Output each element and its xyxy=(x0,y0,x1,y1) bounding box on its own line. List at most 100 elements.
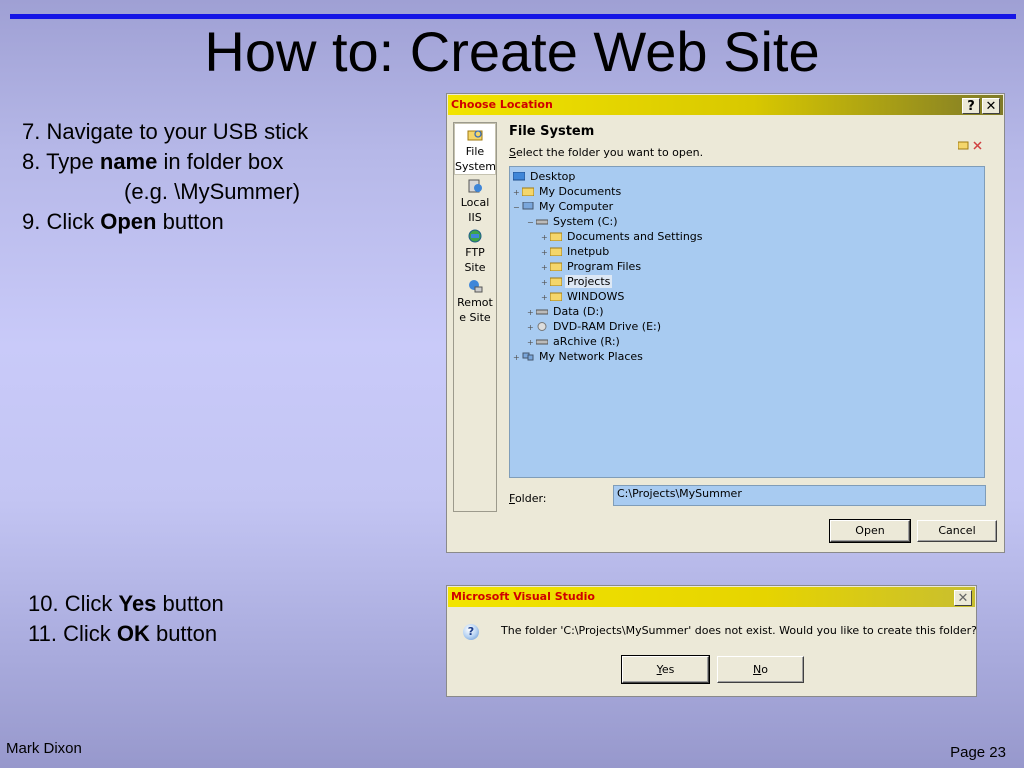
cancel-button[interactable]: Cancel xyxy=(917,520,997,542)
expand-icon[interactable]: + xyxy=(527,335,536,350)
title-rule xyxy=(10,14,1016,19)
drive-icon xyxy=(536,219,548,225)
close-button[interactable]: ✕ xyxy=(954,590,972,606)
computer-icon xyxy=(522,202,534,210)
tree-node-my-computer[interactable]: − My Computer xyxy=(513,199,615,215)
place-local-iis[interactable]: Local IIS xyxy=(454,179,496,225)
tree-node-label: Data (D:) xyxy=(553,305,604,318)
step-9-bold: Open xyxy=(100,209,157,234)
folder-tree[interactable]: Desktop + My Documents − My Computer − Syst… xyxy=(509,166,985,478)
no-button[interactable]: No xyxy=(717,656,804,683)
tree-node-label: My Network Places xyxy=(539,350,643,363)
place-label: File System xyxy=(455,145,497,173)
step-8-example: (e.g. \MySummer) xyxy=(124,179,301,204)
new-folder-icon[interactable] xyxy=(957,141,970,150)
open-button[interactable]: Open xyxy=(829,519,911,543)
expand-icon[interactable]: + xyxy=(513,185,522,200)
tree-node-label: DVD-RAM Drive (E:) xyxy=(553,320,662,333)
tree-node-dvd-ram-drive-e[interactable]: + DVD-RAM Drive (E:) xyxy=(527,319,663,335)
place-label: FTP Site xyxy=(464,246,486,274)
collapse-icon[interactable]: − xyxy=(513,200,522,215)
tree-node-windows[interactable]: + WINDOWS xyxy=(541,289,626,305)
confirm-message: The folder 'C:\Projects\MySummer' does n… xyxy=(501,624,977,637)
local-iis-icon xyxy=(468,179,482,193)
subtitle-text: elect the folder you want to open. xyxy=(515,146,704,159)
step-10-bold: Yes xyxy=(118,591,157,616)
folder-icon xyxy=(550,262,562,271)
tree-node-label: Desktop xyxy=(530,170,576,183)
drive-icon xyxy=(536,309,548,315)
yes-label: es xyxy=(661,663,675,676)
expand-icon[interactable]: + xyxy=(541,260,550,275)
choose-location-title: Choose Location xyxy=(451,98,553,111)
step-11: 11. Click OK button xyxy=(28,619,224,649)
msvs-titlebar[interactable]: Microsoft Visual Studio ✕ xyxy=(448,587,975,607)
dvd-drive-icon xyxy=(537,322,547,331)
tree-node-my-network-places[interactable]: + My Network Places xyxy=(513,349,645,365)
drive-icon xyxy=(536,339,548,345)
tree-node-label: Projects xyxy=(565,275,613,288)
choose-location-dialog: Choose Location ? ✕ File System Local II… xyxy=(446,93,1005,553)
desktop-icon xyxy=(513,172,525,181)
yes-button[interactable]: Yes xyxy=(621,655,710,684)
folder-label-text: older: xyxy=(514,492,547,505)
place-ftp-site[interactable]: FTP Site xyxy=(454,229,496,275)
tree-node-data-d[interactable]: + Data (D:) xyxy=(527,304,606,320)
tree-node-my-documents[interactable]: + My Documents xyxy=(513,184,623,200)
panel-subtitle: Select the folder you want to open. xyxy=(509,146,703,159)
tree-node-archive-r[interactable]: + aRchive (R:) xyxy=(527,334,622,350)
tree-node-desktop[interactable]: Desktop xyxy=(513,169,577,184)
tree-node-documents-and-settings[interactable]: + Documents and Settings xyxy=(541,229,705,245)
step-8-text-end: in folder box xyxy=(157,149,284,174)
tree-node-label: My Computer xyxy=(539,200,614,213)
step-8: 8. Type name in folder box xyxy=(22,147,308,177)
expand-icon[interactable]: + xyxy=(541,290,550,305)
tree-node-label: Documents and Settings xyxy=(567,230,703,243)
step-8-text: 8. Type xyxy=(22,149,100,174)
footer-author: Mark Dixon xyxy=(6,740,82,757)
folder-icon xyxy=(550,277,562,286)
no-label: o xyxy=(761,663,768,676)
step-10: 10. Click Yes button xyxy=(28,589,224,619)
expand-icon[interactable]: + xyxy=(541,230,550,245)
folder-input[interactable]: C:\Projects\MySummer xyxy=(613,485,986,506)
tree-node-label: WINDOWS xyxy=(567,290,625,303)
tree-node-label: My Documents xyxy=(539,185,622,198)
tree-node-projects[interactable]: + Projects xyxy=(541,274,613,290)
remote-site-icon xyxy=(469,280,483,293)
subtitle-mnemonic: S xyxy=(509,146,516,159)
close-button[interactable]: ✕ xyxy=(982,98,1000,114)
step-9-text: 9. Click xyxy=(22,209,101,234)
tree-node-label: Program Files xyxy=(567,260,642,273)
step-9-text-end: button xyxy=(156,209,224,234)
place-remote-site[interactable]: Remot e Site xyxy=(454,279,496,325)
expand-icon[interactable]: + xyxy=(527,305,536,320)
step-11-text: 11. Click xyxy=(28,621,117,646)
collapse-icon[interactable]: − xyxy=(527,215,536,230)
step-10-text-end: button xyxy=(156,591,224,616)
expand-icon[interactable]: + xyxy=(541,245,550,260)
tree-node-program-files[interactable]: + Program Files xyxy=(541,259,643,275)
folder-icon xyxy=(550,247,562,256)
expand-icon[interactable]: + xyxy=(527,320,536,335)
place-file-system[interactable]: File System xyxy=(454,123,496,175)
help-button[interactable]: ? xyxy=(962,98,980,114)
place-label: Local IIS xyxy=(460,196,490,224)
expand-icon[interactable]: + xyxy=(541,275,550,290)
tree-node-inetpub[interactable]: + Inetpub xyxy=(541,244,611,260)
slide-title: How to: Create Web Site xyxy=(204,20,820,83)
steps-list-b: 10. Click Yes button 11. Click OK button xyxy=(28,589,224,649)
tree-node-system-c[interactable]: − System (C:) xyxy=(527,214,620,230)
msvs-confirm-dialog: Microsoft Visual Studio ✕ ? The folder '… xyxy=(446,585,977,697)
choose-location-titlebar[interactable]: Choose Location ? ✕ xyxy=(448,95,1003,115)
places-bar: File System Local IIS FTP Site Remot e S… xyxy=(453,122,497,512)
step-11-text-end: button xyxy=(149,621,218,646)
tree-node-label: System (C:) xyxy=(553,215,618,228)
expand-icon[interactable]: + xyxy=(513,350,522,365)
folder-label: Folder: xyxy=(509,492,547,505)
folder-toolbar xyxy=(957,140,983,153)
file-system-icon xyxy=(467,130,483,141)
network-icon xyxy=(522,352,534,361)
no-mnemonic: N xyxy=(753,663,762,676)
delete-icon[interactable] xyxy=(973,141,982,150)
